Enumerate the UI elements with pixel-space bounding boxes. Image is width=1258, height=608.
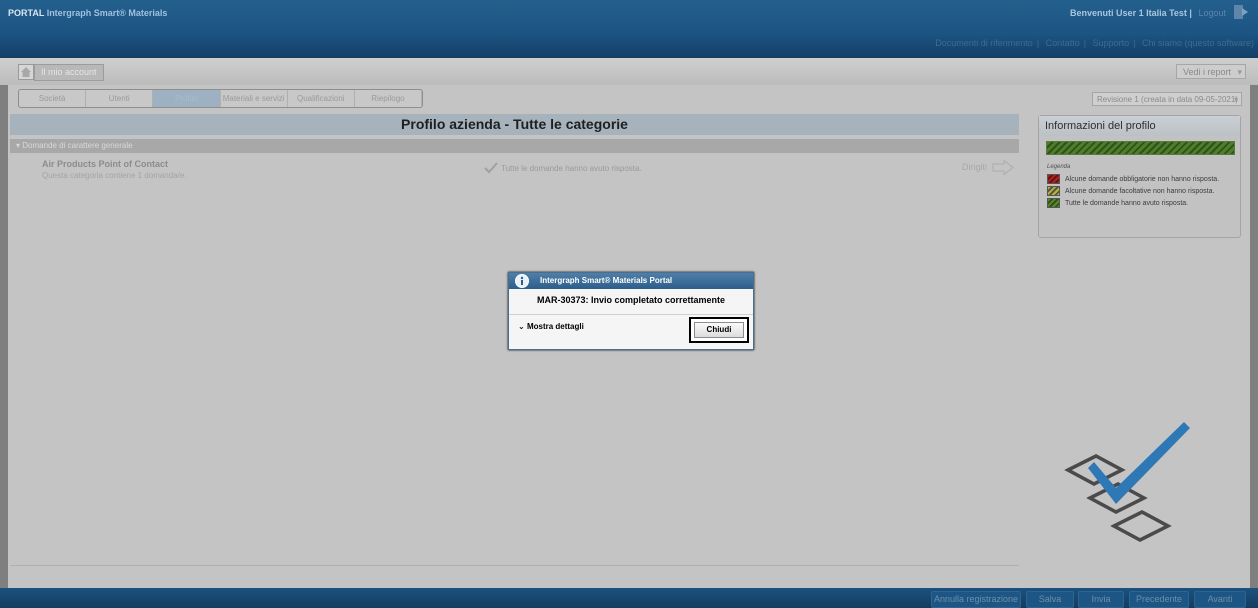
dialog-title: Intergraph Smart® Materials Portal <box>540 276 673 285</box>
legend-item: Tutte le domande hanno avuto risposta. <box>1047 198 1188 208</box>
profile-info-panel: Informazioni del profilo Legenda Alcune … <box>1038 115 1241 238</box>
legend-swatch-red <box>1047 174 1060 184</box>
legend-title: Legenda <box>1047 164 1071 170</box>
cancel-registration-button[interactable]: Annulla registrazione <box>931 591 1021 608</box>
category-group-header[interactable]: ▾ Domande di carattere generale <box>10 139 1019 153</box>
legend-item: Alcune domande facoltative non hanno ris… <box>1047 186 1214 196</box>
arrow-right-icon[interactable] <box>992 160 1014 175</box>
divider <box>10 565 1019 566</box>
next-button[interactable]: Avanti <box>1194 591 1246 608</box>
info-icon <box>515 274 529 288</box>
wizard-steps: Società Utenti Profilo Materiali e servi… <box>18 89 423 108</box>
step-materiali[interactable]: Materiali e servizi <box>221 90 288 107</box>
dialog-divider <box>509 314 753 315</box>
logout-icon[interactable] <box>1232 4 1250 20</box>
step-societa[interactable]: Società <box>19 90 87 107</box>
check-icon <box>484 162 498 174</box>
app-brand: PORTAL Intergraph Smart® Materials <box>8 8 167 18</box>
step-qualificazioni[interactable]: Qualificazioni <box>288 90 355 107</box>
checklist-icon <box>1064 422 1190 542</box>
view-reports-dropdown[interactable]: Vedi i report <box>1176 64 1246 80</box>
category-status: Tutte le domande hanno avuto risposta. <box>501 164 642 173</box>
step-profilo[interactable]: Profilo <box>153 90 221 107</box>
logout-link[interactable]: Logout <box>1198 8 1226 18</box>
legend-swatch-yellow <box>1047 186 1060 196</box>
legend-swatch-green <box>1047 198 1060 208</box>
show-details-label: Mostra dettagli <box>526 322 584 331</box>
goto-link[interactable]: Dirigiti <box>962 162 987 172</box>
link-reference-docs[interactable]: Documenti di riferimento <box>935 38 1033 48</box>
link-about[interactable]: Chi siamo (questo software) <box>1142 38 1254 48</box>
step-utenti[interactable]: Utenti <box>86 90 154 107</box>
info-panel-title: Informazioni del profilo <box>1039 116 1240 136</box>
profile-progress-bar <box>1046 141 1235 155</box>
link-support[interactable]: Supporto <box>1093 38 1130 48</box>
show-details-toggle[interactable]: ⌄ Mostra dettagli <box>518 322 584 331</box>
legend-item: Alcune domande obbligatorie non hanno ri… <box>1047 174 1219 184</box>
save-button[interactable]: Salva <box>1026 591 1074 608</box>
legend-text: Tutte le domande hanno avuto risposta. <box>1065 199 1189 207</box>
category-subtitle: Questa categoria contiene 1 domanda/e. <box>42 171 187 180</box>
page-title: Profilo azienda - Tutte le categorie <box>10 114 1019 135</box>
chevron-down-icon: ⌄ <box>518 322 525 331</box>
welcome-area: Benvenuti User 1 Italia Test | Logout <box>1070 8 1226 18</box>
success-dialog: Intergraph Smart® Materials Portal MAR-3… <box>508 272 754 350</box>
welcome-text: Benvenuti User 1 Italia Test | <box>1070 8 1192 18</box>
category-group-label: Domande di carattere generale <box>22 141 133 150</box>
previous-button[interactable]: Precedente <box>1129 591 1189 608</box>
revision-select[interactable]: Revisione 1 (creata in data 09-05-2021) <box>1092 92 1242 106</box>
home-icon[interactable] <box>18 64 34 80</box>
portal-label: PORTAL <box>8 8 45 18</box>
link-contact[interactable]: Contatto <box>1046 38 1080 48</box>
my-account-button[interactable]: Il mio account <box>34 64 104 81</box>
category-name: Air Products Point of Contact <box>42 159 168 169</box>
legend-text: Alcune domande obbligatorie non hanno ri… <box>1065 175 1220 183</box>
product-name: Intergraph Smart® Materials <box>46 8 168 18</box>
close-button-label: Chiudi <box>694 322 744 338</box>
step-riepilogo[interactable]: Riepilogo <box>355 90 422 107</box>
toolbar <box>0 58 1258 85</box>
submit-button[interactable]: Invia <box>1078 591 1124 608</box>
header-links: Documenti di riferimento | Contatto | Supp… <box>935 38 1254 48</box>
dialog-message: MAR-30373: Invio completato correttament… <box>536 295 726 305</box>
legend-text: Alcune domande facoltative non hanno ris… <box>1065 187 1215 195</box>
close-button[interactable]: Chiudi <box>689 317 749 343</box>
